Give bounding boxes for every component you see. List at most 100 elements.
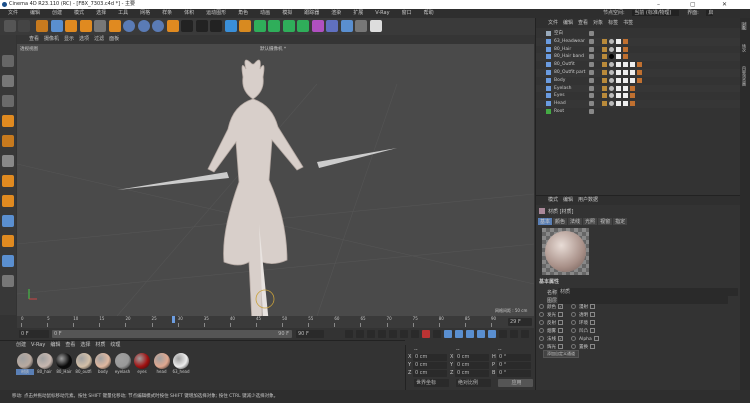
minimize-button[interactable]: – — [657, 0, 660, 9]
animate-icon[interactable] — [571, 344, 576, 349]
weight-tag-icon[interactable] — [616, 101, 621, 107]
coord-value-field[interactable]: 0 cm — [413, 370, 447, 377]
side-tab[interactable]: 对象 — [741, 22, 747, 30]
material-item[interactable]: eyes — [133, 353, 151, 379]
visibility-checkbox[interactable] — [589, 62, 594, 68]
weight-tag-icon[interactable] — [623, 54, 628, 60]
weight-tag-icon[interactable] — [616, 62, 621, 68]
undo-icon[interactable] — [4, 20, 16, 32]
menu-item[interactable]: 模拟 — [279, 9, 295, 18]
object-row[interactable]: Root — [536, 108, 741, 116]
object-name[interactable]: 空白 — [554, 30, 563, 38]
cube-icon[interactable] — [224, 20, 237, 32]
coord-mode-select[interactable]: 世界坐标 — [414, 379, 449, 387]
material-tag-icon[interactable] — [609, 54, 614, 60]
uvw-tag-icon[interactable] — [602, 85, 607, 91]
object-row[interactable]: Body — [536, 76, 741, 85]
object-menu-1[interactable]: 编辑 — [563, 20, 573, 26]
edges-icon[interactable] — [2, 135, 14, 147]
scale-icon[interactable] — [65, 20, 77, 32]
object-menu-0[interactable]: 文件 — [548, 20, 558, 26]
channel-option[interactable]: 透明 — [571, 312, 595, 319]
menu-item[interactable]: 角色 — [235, 9, 251, 18]
object-row[interactable]: Eyes — [536, 92, 741, 101]
channel-checkbox[interactable] — [590, 312, 595, 317]
coord-system-icon[interactable] — [166, 20, 179, 32]
object-name[interactable]: Eyes — [554, 92, 565, 100]
side-tab[interactable]: 场次 — [741, 44, 747, 52]
material-menu-2[interactable]: 编辑 — [50, 342, 60, 348]
material-item[interactable]: 80_Hair — [55, 353, 73, 379]
material-tag-icon[interactable] — [609, 70, 614, 75]
coord-value-field[interactable]: 0 ° — [497, 362, 531, 369]
attribute-tab-0[interactable]: 基本 — [538, 218, 553, 225]
weight-tag-icon[interactable] — [623, 46, 628, 52]
coord-value-field[interactable]: 0 cm — [413, 354, 447, 361]
animate-icon[interactable] — [571, 336, 576, 341]
channel-checkbox[interactable] — [590, 320, 595, 325]
weight-tag-icon[interactable] — [623, 101, 628, 107]
timeline-ruler[interactable]: 0 5 10 15 20 25 30 35 40 45 50 55 60 65 70 75 80 85 90 29 … — [17, 316, 534, 328]
playhead[interactable] — [172, 316, 176, 323]
weight-tag-icon[interactable] — [616, 93, 621, 99]
field-icon[interactable] — [326, 20, 338, 32]
channel-option[interactable]: 凹凸 — [571, 328, 595, 335]
viewport-menu-2[interactable]: 显示 — [64, 36, 74, 42]
material-menu-0[interactable]: 创建 — [16, 342, 26, 348]
material-menu-6[interactable]: 纹理 — [110, 342, 120, 348]
weight-tag-icon[interactable] — [630, 85, 635, 91]
weight-tag-icon[interactable] — [616, 70, 621, 75]
menu-item[interactable]: 帮助 — [421, 9, 437, 18]
z-axis-icon[interactable] — [152, 20, 164, 32]
workplane-icon[interactable] — [2, 195, 14, 207]
floor-icon[interactable] — [340, 20, 353, 32]
animate-icon[interactable] — [571, 328, 576, 333]
viewport-menu-5[interactable]: 面板 — [109, 36, 119, 42]
material-item[interactable]: head — [153, 353, 171, 379]
weight-tag-icon[interactable] — [637, 62, 642, 68]
animate-icon[interactable] — [539, 336, 544, 341]
object-menu-4[interactable]: 标签 — [608, 20, 618, 26]
side-tab[interactable]: 内容浏览器 — [741, 66, 747, 86]
channel-checkbox[interactable] — [558, 344, 563, 349]
attribute-tab-3[interactable]: 光照 — [583, 218, 598, 225]
uvw-tag-icon[interactable] — [602, 93, 607, 99]
rotate-key-icon[interactable] — [477, 330, 485, 338]
add-channel-button[interactable]: 添加自定义通道 — [543, 350, 579, 358]
weight-tag-icon[interactable] — [623, 62, 628, 68]
object-row[interactable]: 80_Outfit — [536, 61, 741, 69]
visibility-checkbox[interactable] — [589, 31, 594, 36]
axis-icon[interactable] — [2, 215, 14, 227]
weight-tag-icon[interactable] — [630, 101, 635, 107]
render-settings-icon[interactable] — [210, 20, 222, 32]
motion-icon[interactable] — [510, 330, 518, 338]
move-icon[interactable] — [50, 20, 63, 32]
channel-checkbox[interactable] — [558, 320, 563, 325]
menu-item[interactable]: 体积 — [181, 9, 197, 18]
menu-item[interactable]: 窗口 — [399, 9, 415, 18]
prev-frame-icon[interactable] — [367, 330, 375, 338]
live-select-icon[interactable] — [36, 20, 48, 32]
scale-mode-select[interactable]: 绝对比例 — [456, 379, 491, 387]
points-icon[interactable] — [2, 115, 14, 127]
object-name[interactable]: 63_Headwear — [554, 38, 585, 46]
keyframe-icon[interactable] — [444, 330, 452, 338]
paint-icon[interactable] — [2, 235, 14, 247]
object-menu-2[interactable]: 查看 — [578, 20, 588, 26]
render-view-icon[interactable] — [195, 20, 208, 32]
go-start-icon[interactable] — [345, 330, 353, 338]
animate-icon[interactable] — [539, 304, 544, 309]
autokey-icon[interactable] — [433, 330, 441, 338]
menu-item[interactable]: 创建 — [49, 9, 65, 18]
record-icon[interactable] — [422, 330, 430, 338]
animate-icon[interactable] — [571, 312, 576, 317]
weight-tag-icon[interactable] — [616, 85, 621, 91]
channel-checkbox[interactable]: ✓ — [558, 336, 563, 341]
weight-tag-icon[interactable] — [630, 62, 635, 68]
object-menu-3[interactable]: 对象 — [593, 20, 603, 26]
prev-key-icon[interactable] — [356, 330, 364, 338]
menu-item[interactable]: 模式 — [71, 9, 87, 18]
camera-icon[interactable] — [355, 20, 367, 32]
object-name[interactable]: Body — [554, 77, 565, 85]
object-row[interactable]: 空白 — [536, 30, 741, 38]
